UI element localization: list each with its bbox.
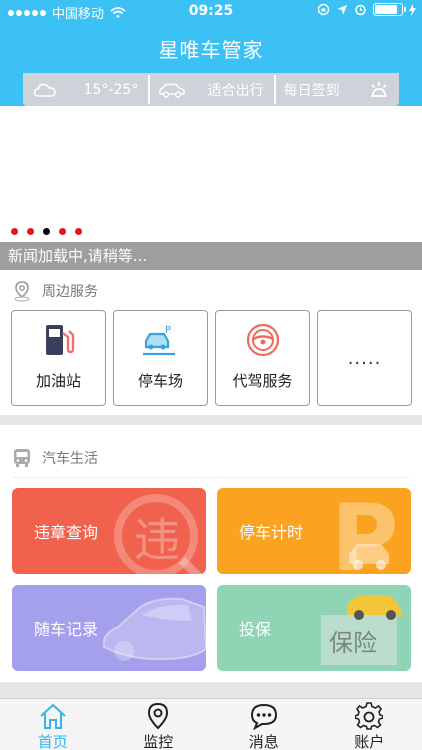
location-pin-icon <box>14 281 30 302</box>
weather-bar: 15°-25° 适合出行 每日签到 <box>23 73 399 106</box>
gear-icon <box>355 702 384 730</box>
temperature-cell: 15°-25° <box>23 73 148 106</box>
tab-home[interactable]: 首页 <box>0 699 106 750</box>
svg-text:保险: 保险 <box>329 629 377 657</box>
cloud-icon <box>33 83 56 97</box>
nearby-section-header: 周边服务 <box>0 272 422 310</box>
car-record-card[interactable]: 随车记录 <box>12 585 206 671</box>
pager-dot[interactable] <box>59 228 66 235</box>
section-divider <box>12 477 410 478</box>
card-label: 随车记录 <box>34 620 99 639</box>
rotation-lock-icon <box>317 3 330 16</box>
travel-cell: 适合出行 <box>148 73 273 106</box>
pager-dot[interactable] <box>75 228 82 235</box>
location-pin-icon <box>148 702 169 730</box>
tab-label: 首页 <box>37 733 68 750</box>
svg-text:P: P <box>165 325 171 336</box>
card-label: 投保 <box>239 620 272 639</box>
page-title: 星唯车管家 <box>158 38 264 62</box>
more-label: ..... <box>347 347 382 369</box>
pager-dot[interactable] <box>43 228 50 235</box>
tab-messages[interactable]: 消息 <box>211 699 317 750</box>
bus-icon <box>14 449 30 467</box>
nearby-section-title: 周边服务 <box>42 284 98 300</box>
gas-station-button[interactable]: 加油站 <box>11 310 106 406</box>
nearby-services: 加油站 P 停车场 代驾服务 ..... <box>11 310 412 406</box>
service-label: 停车场 <box>137 372 183 390</box>
checkin-label: 每日签到 <box>283 82 340 99</box>
service-label: 代驾服务 <box>232 372 293 390</box>
card-label: 违章查询 <box>34 523 99 542</box>
insurance-card[interactable]: 保险 投保 <box>217 585 411 671</box>
parking-timer-card[interactable]: P 停车计时 <box>217 488 411 574</box>
status-bar: 中国移动 09:25 <box>0 0 422 22</box>
card-label: 停车计时 <box>239 523 304 542</box>
tab-label: 消息 <box>248 733 279 750</box>
sports-car-icon <box>102 597 206 661</box>
car-outline-icon <box>159 83 186 98</box>
home-icon <box>40 703 66 729</box>
insurance-car-icon: 保险 <box>321 595 403 665</box>
parking-lot-button[interactable]: P 停车场 <box>113 310 208 406</box>
tab-monitor[interactable]: 监控 <box>106 699 212 750</box>
parking-sign-icon: P <box>331 488 398 574</box>
car-life-section-header: 汽车生活 <box>0 438 422 478</box>
location-arrow-icon <box>337 4 347 15</box>
steering-wheel-icon <box>246 323 279 357</box>
designated-driver-button[interactable]: 代驾服务 <box>215 310 310 406</box>
app-header: 中国移动 09:25 星唯车管家 15°-25° 适合出行 每日签到 <box>0 0 422 106</box>
tab-label: 账户 <box>354 733 385 750</box>
section-divider <box>0 682 422 698</box>
temperature-label: 15°-25° <box>83 81 139 98</box>
alarm-icon <box>355 4 366 16</box>
tab-bar: 首页 监控 消息 账户 <box>0 698 422 750</box>
daily-checkin-button[interactable]: 每日签到 <box>273 73 399 106</box>
svg-text:违: 违 <box>134 513 180 567</box>
sun-icon <box>370 81 387 97</box>
tab-account[interactable]: 账户 <box>317 699 422 750</box>
car-life-section-title: 汽车生活 <box>42 451 98 467</box>
chat-bubble-icon <box>250 703 277 730</box>
parking-car-icon: P <box>142 325 175 356</box>
section-divider <box>0 415 422 425</box>
pager-dot[interactable] <box>27 228 34 235</box>
fuel-pump-icon <box>45 325 74 355</box>
service-label: 加油站 <box>35 372 81 390</box>
news-ticker[interactable]: 新闻加载中,请稍等... <box>0 242 422 270</box>
charging-icon <box>409 3 416 16</box>
pager-dot[interactable] <box>11 228 18 235</box>
battery-icon <box>373 3 406 16</box>
tab-label: 监控 <box>143 733 174 750</box>
violation-stamp-icon: 违 <box>114 494 203 574</box>
travel-hint-label: 适合出行 <box>207 82 264 99</box>
more-services-button[interactable]: ..... <box>317 310 412 406</box>
banner-pager <box>11 228 82 235</box>
violation-query-card[interactable]: 违 违章查询 <box>12 488 206 574</box>
banner-carousel[interactable] <box>0 106 422 242</box>
